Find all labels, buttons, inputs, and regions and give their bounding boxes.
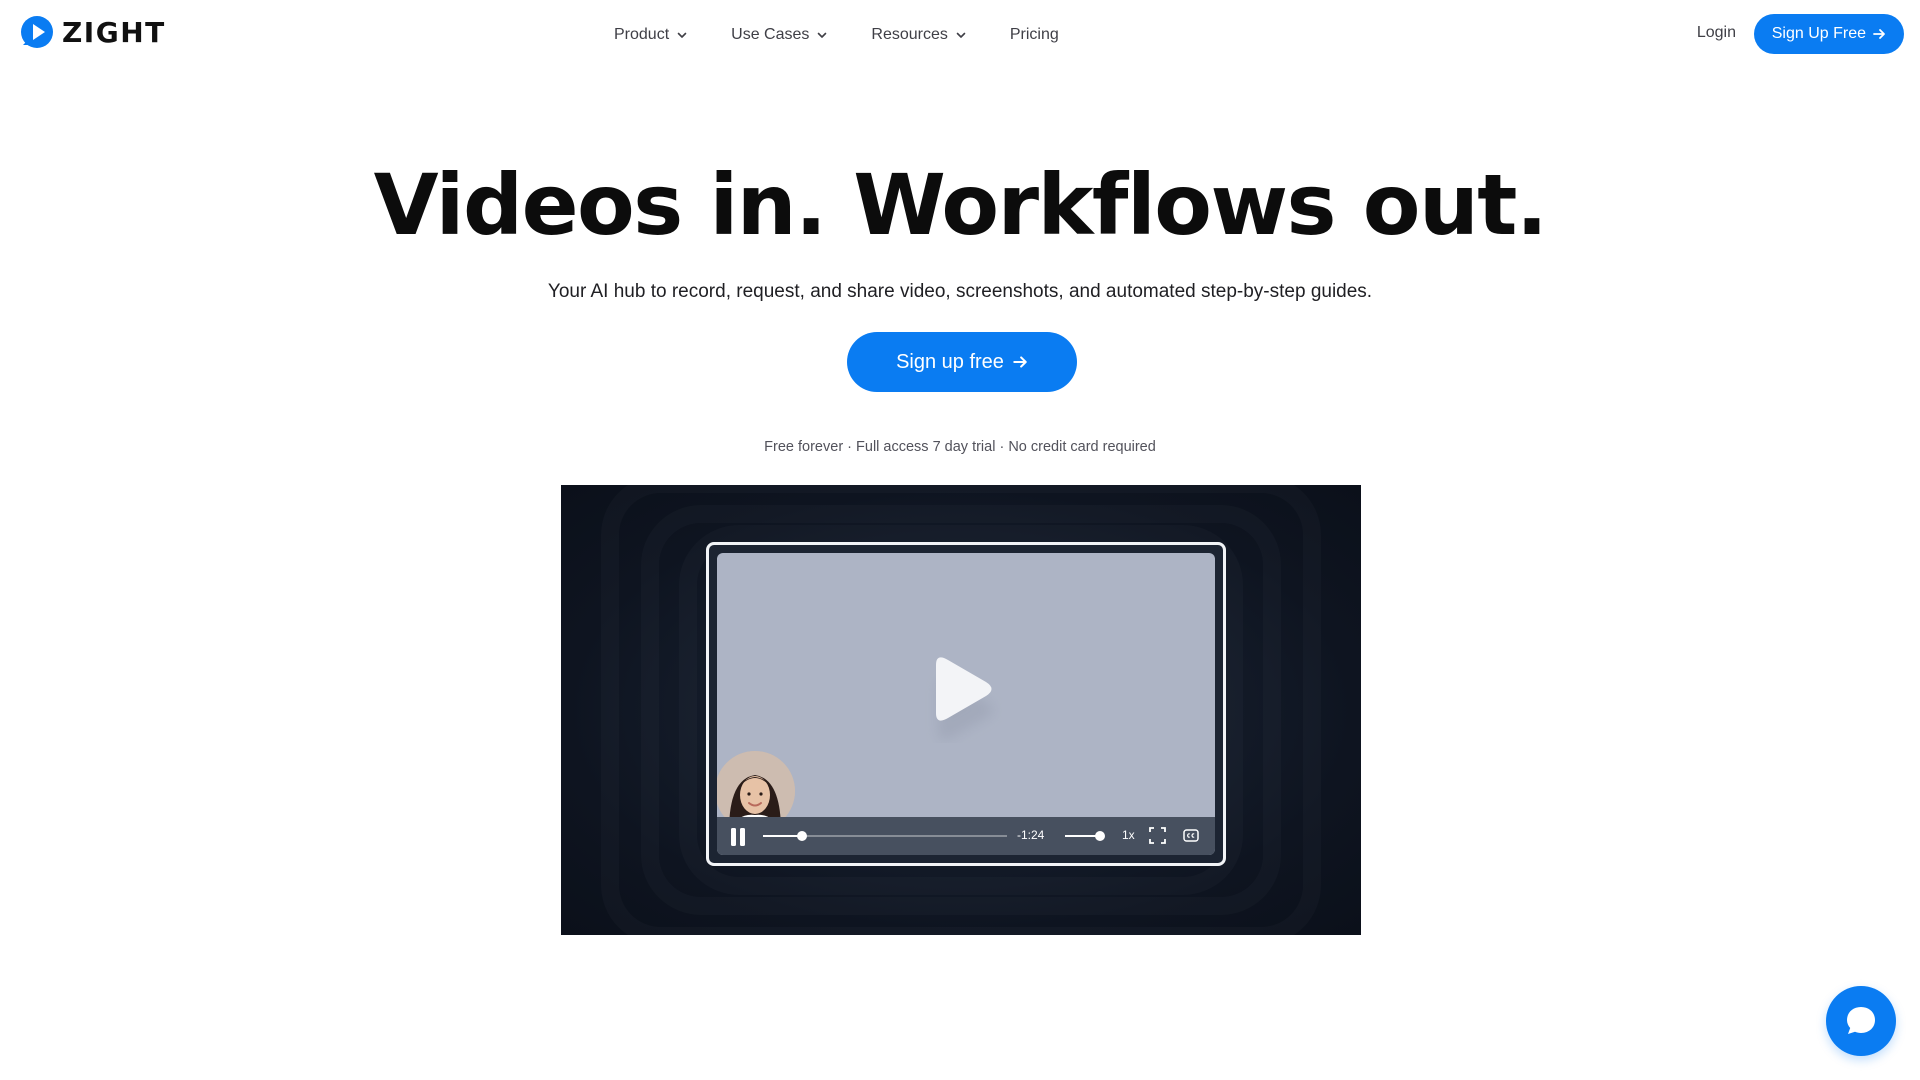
playback-speed-button[interactable]: 1x bbox=[1122, 828, 1135, 842]
arrow-right-icon bbox=[1013, 356, 1027, 368]
nav-item-label: Pricing bbox=[1009, 26, 1059, 43]
login-link[interactable]: Login bbox=[1697, 24, 1736, 42]
hero-video[interactable]: -1:24 1x bbox=[561, 485, 1361, 935]
logo-text: ZIGHT bbox=[62, 15, 166, 49]
site-header: ZIGHT Product Use Cases Resources Pricin… bbox=[0, 0, 1920, 70]
chevron-down-icon bbox=[677, 32, 687, 38]
video-screen[interactable]: -1:24 1x bbox=[717, 553, 1215, 855]
video-player[interactable]: -1:24 1x bbox=[706, 542, 1226, 866]
sign-up-free-label: Sign Up Free bbox=[1771, 25, 1866, 42]
nav-item-use-cases[interactable]: Use Cases bbox=[731, 26, 827, 44]
video-controls-bar: -1:24 1x bbox=[717, 817, 1215, 855]
volume-handle[interactable] bbox=[1095, 831, 1105, 841]
captions-icon[interactable] bbox=[1183, 828, 1199, 843]
play-icon[interactable] bbox=[922, 653, 1002, 743]
fine-print: Free forever · Full access 7 day trial ·… bbox=[764, 439, 1156, 455]
progress-handle[interactable] bbox=[797, 831, 807, 841]
chat-widget-button[interactable] bbox=[1826, 986, 1896, 1056]
hero-title: Videos in. Workflows out. bbox=[373, 156, 1548, 254]
nav-item-label: Use Cases bbox=[731, 26, 810, 43]
cta-label: Sign up free bbox=[896, 350, 1004, 373]
page: ZIGHT Product Use Cases Resources Pricin… bbox=[0, 0, 1920, 1080]
nav-item-label: Resources bbox=[871, 26, 948, 43]
zight-logo-icon bbox=[21, 16, 53, 48]
nav-item-pricing[interactable]: Pricing bbox=[1010, 26, 1059, 44]
main-nav: Product Use Cases Resources Pricing bbox=[614, 22, 1059, 48]
time-remaining: -1:24 bbox=[1017, 828, 1045, 842]
hero-subtitle: Your AI hub to record, request, and shar… bbox=[547, 281, 1373, 302]
arrow-right-icon bbox=[1873, 29, 1885, 39]
nav-item-resources[interactable]: Resources bbox=[871, 26, 966, 44]
nav-item-label: Product bbox=[614, 26, 670, 43]
sign-up-free-button[interactable]: Sign Up Free bbox=[1753, 14, 1904, 54]
chevron-down-icon bbox=[818, 32, 827, 38]
sign-up-free-cta-button[interactable]: Sign up free bbox=[847, 332, 1077, 392]
chevron-down-icon bbox=[956, 32, 966, 38]
nav-item-product[interactable]: Product bbox=[614, 26, 687, 44]
logo[interactable]: ZIGHT bbox=[20, 15, 166, 49]
volume-slider[interactable] bbox=[1065, 835, 1099, 837]
chat-bubble-icon bbox=[1847, 1007, 1875, 1034]
fullscreen-icon[interactable] bbox=[1149, 827, 1166, 844]
pause-icon[interactable] bbox=[731, 828, 747, 846]
